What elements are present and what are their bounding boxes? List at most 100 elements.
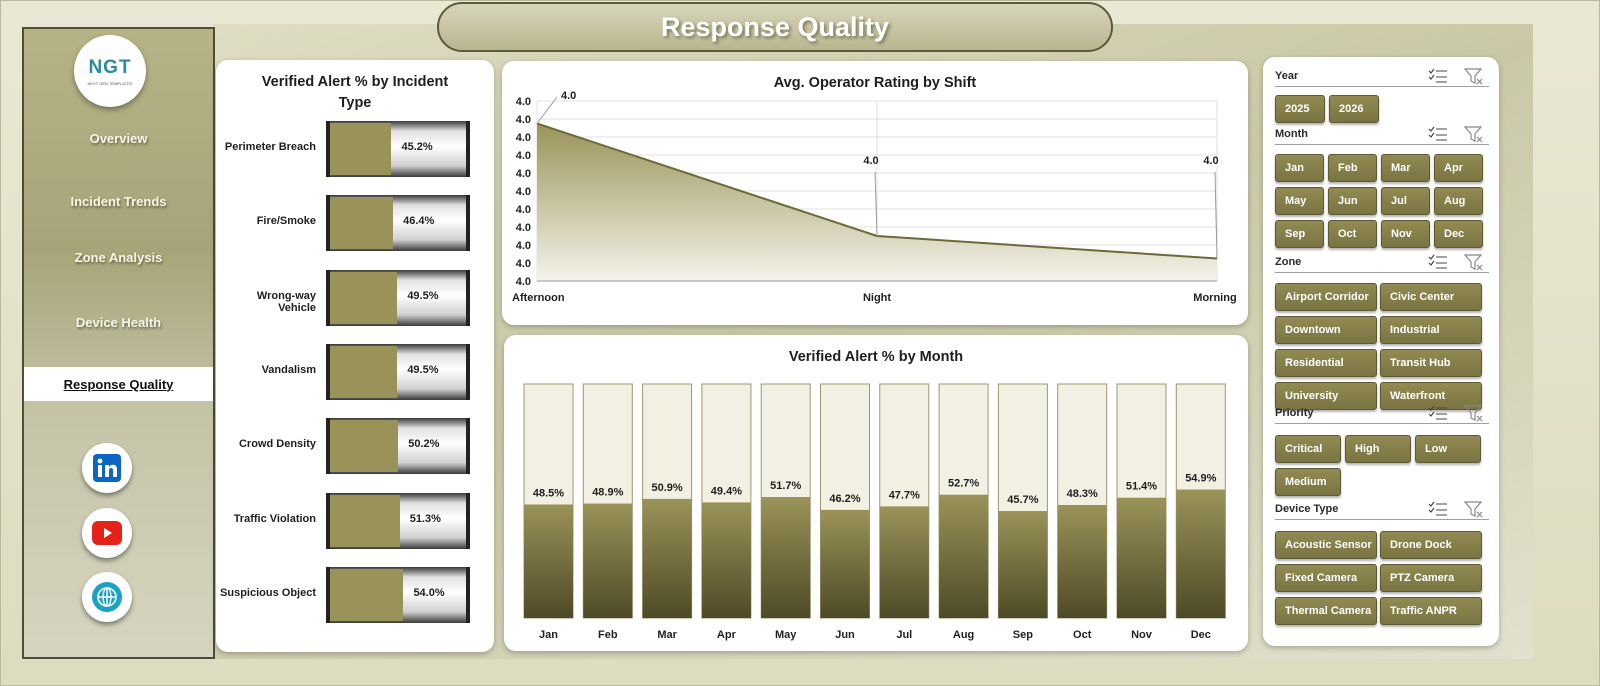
youtube-button[interactable]: [82, 508, 132, 558]
sidebar: NGT NEXT GEN TEMPLATES Overview Incident…: [22, 27, 215, 659]
slicer-device-button[interactable]: Thermal Camera: [1275, 597, 1377, 625]
incident-type-track: 49.5%: [326, 269, 470, 326]
incident-type-title-line1: Verified Alert % by Incident: [261, 74, 449, 90]
clear-filter-icon[interactable]: [1463, 254, 1484, 275]
slicer-zone-button[interactable]: Civic Center: [1380, 283, 1482, 311]
slicer-device-header: Device Type: [1275, 500, 1489, 520]
slicer-month-button[interactable]: Jul: [1381, 187, 1430, 215]
month-bar-label: 52.7%: [948, 478, 979, 490]
slicer-priority-title: Priority: [1275, 407, 1314, 419]
clear-filter-icon[interactable]: [1463, 68, 1484, 89]
incident-type-track: 49.5%: [326, 343, 470, 400]
slicer-zone-button[interactable]: Industrial: [1380, 316, 1482, 344]
month-bar: [939, 494, 989, 618]
incident-type-label: Vandalism: [261, 363, 316, 376]
operator-rating-panel: Avg. Operator Rating by Shift 4.0 4.0 4.0 4…: [502, 61, 1248, 325]
slicer-zone-button[interactable]: Airport Corridor: [1275, 283, 1377, 311]
area-ytick-label: 4.0: [516, 132, 531, 144]
multi-select-icon[interactable]: [1428, 405, 1448, 424]
incident-type-bar: [330, 197, 394, 250]
slicer-zone-header: Zone: [1275, 253, 1489, 273]
slicer-device-title: Device Type: [1275, 503, 1339, 515]
multi-select-icon[interactable]: [1428, 254, 1448, 273]
incident-type-track: 46.4%: [326, 195, 470, 252]
month-x-label: Apr: [717, 629, 737, 641]
month-x-label: Dec: [1191, 629, 1211, 641]
nav-device-health[interactable]: Device Health: [24, 305, 213, 339]
multi-select-icon[interactable]: [1428, 501, 1448, 520]
nav-incident-trends[interactable]: Incident Trends: [24, 184, 213, 218]
month-bar-label: 48.5%: [533, 488, 564, 500]
area-ytick-label: 4.0: [516, 168, 531, 180]
slicer-device-button[interactable]: Fixed Camera: [1275, 564, 1377, 592]
slicer-month-button[interactable]: Dec: [1434, 220, 1483, 248]
nav-overview[interactable]: Overview: [24, 121, 213, 155]
linkedin-button[interactable]: [82, 443, 132, 493]
month-bar: [1117, 497, 1166, 618]
slicer-device-button[interactable]: Drone Dock: [1380, 531, 1482, 559]
month-bar-label: 49.4%: [711, 485, 742, 497]
website-button[interactable]: [82, 572, 132, 622]
slicer-priority-header: Priority: [1275, 404, 1489, 424]
slicer-zone-button[interactable]: Transit Hub: [1380, 349, 1482, 377]
area-data-label: 4.0: [863, 155, 878, 167]
area-x-label: Afternoon: [512, 292, 565, 304]
slicer-zone-button[interactable]: Downtown: [1275, 316, 1377, 344]
slicer-priority-button[interactable]: Medium: [1275, 468, 1341, 496]
multi-select-icon[interactable]: [1428, 126, 1448, 145]
incident-type-value: 51.3%: [409, 512, 441, 525]
slicer-month-button[interactable]: Aug: [1434, 187, 1483, 215]
multi-select-icon[interactable]: [1428, 68, 1448, 87]
month-bar: [524, 504, 573, 618]
incident-type-row: Fire/Smoke 46.4%: [216, 195, 496, 252]
clear-filter-icon[interactable]: [1463, 501, 1484, 522]
incident-type-value: 50.2%: [408, 438, 440, 451]
slicer-month-button[interactable]: Oct: [1328, 220, 1377, 248]
area-ytick-label: 4.0: [516, 96, 531, 108]
slicer-device-button[interactable]: Traffic ANPR: [1380, 597, 1482, 625]
slicer-month-button[interactable]: Apr: [1434, 154, 1483, 182]
incident-type-panel: Verified Alert % by Incident Type Perime…: [216, 60, 494, 652]
slicer-month-button[interactable]: Sep: [1275, 220, 1324, 248]
month-bar-label: 47.7%: [889, 489, 920, 501]
linkedin-icon: [93, 454, 121, 482]
slicer-priority-button[interactable]: Low: [1415, 435, 1481, 463]
slicer-month-button[interactable]: May: [1275, 187, 1324, 215]
incident-type-bar: [330, 123, 392, 175]
area-data-label: 4.0: [1203, 155, 1218, 167]
slicer-priority-button[interactable]: High: [1345, 435, 1411, 463]
month-x-label: Sep: [1013, 629, 1033, 641]
incident-type-label: Traffic Violation: [233, 512, 316, 525]
slicer-priority-button[interactable]: Critical: [1275, 435, 1341, 463]
website-globe-icon: [92, 582, 122, 612]
incident-type-row: Perimeter Breach 45.2%: [216, 121, 496, 177]
month-x-label: Feb: [598, 629, 618, 641]
slicer-month-button[interactable]: Jan: [1275, 154, 1324, 182]
slicer-device-button[interactable]: PTZ Camera: [1380, 564, 1482, 592]
month-bar-label: 46.2%: [829, 493, 860, 505]
area-ytick-label: 4.0: [516, 240, 531, 252]
month-bar: [1057, 504, 1107, 618]
slicer-year-button[interactable]: 2025: [1275, 95, 1325, 123]
nav-response-quality[interactable]: Response Quality: [24, 367, 213, 401]
incident-type-track: 50.2%: [326, 418, 470, 475]
logo: NGT NEXT GEN TEMPLATES: [74, 35, 146, 107]
slicer-month-button[interactable]: Jun: [1328, 187, 1377, 215]
incident-type-title-line2: Type: [338, 95, 372, 111]
month-bar-label: 51.4%: [1126, 481, 1157, 493]
slicer-month-button[interactable]: Mar: [1381, 154, 1430, 182]
incident-type-bar: [330, 345, 398, 398]
slicer-device-button[interactable]: Acoustic Sensor: [1275, 531, 1377, 559]
month-bar: [701, 502, 751, 618]
area-ytick-label: 4.0: [516, 186, 531, 198]
slicer-month-button[interactable]: Nov: [1381, 220, 1430, 248]
month-x-label: Jun: [835, 629, 855, 641]
clear-filter-icon[interactable]: [1463, 126, 1484, 147]
slicer-year-button[interactable]: 2026: [1329, 95, 1379, 123]
incident-type-row: Crowd Density 50.2%: [216, 418, 496, 475]
slicer-zone-button[interactable]: Residential: [1275, 349, 1377, 377]
slicer-month-button[interactable]: Feb: [1328, 154, 1377, 182]
clear-filter-icon[interactable]: [1463, 405, 1484, 426]
slicer-year-header: Year: [1275, 67, 1489, 87]
nav-zone-analysis[interactable]: Zone Analysis: [24, 240, 213, 274]
